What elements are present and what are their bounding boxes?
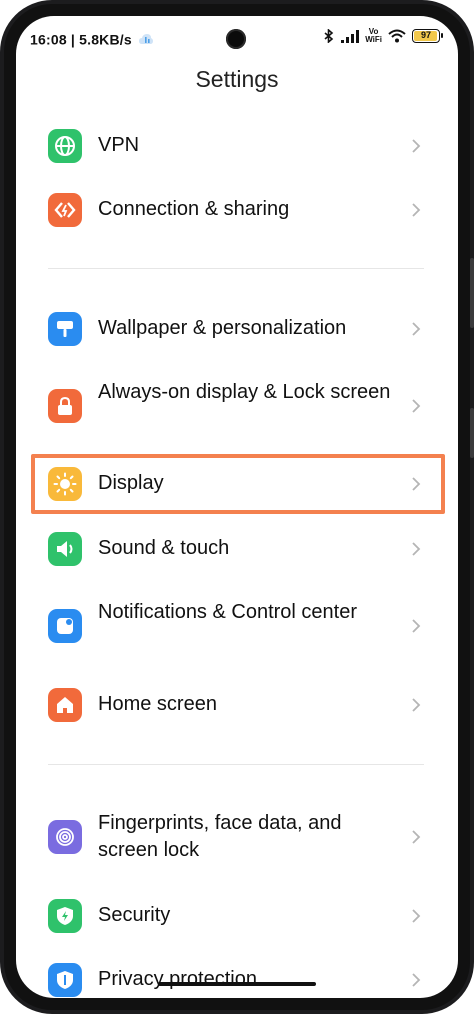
settings-item-label: Connection & sharing bbox=[98, 198, 290, 220]
chevron-right-icon bbox=[412, 203, 421, 217]
privacy-icon bbox=[57, 971, 73, 989]
settings-item-label: Fingerprints, face data, and screen lock bbox=[98, 812, 342, 861]
settings-item-wallpaper[interactable]: Wallpaper & personalization bbox=[16, 309, 458, 349]
chevron-right-icon bbox=[412, 477, 421, 491]
wifi-icon bbox=[388, 29, 406, 43]
settings-item-label: Display bbox=[98, 472, 164, 494]
display-icon-box bbox=[48, 467, 82, 501]
settings-item-connection-sharing[interactable]: Connection & sharing bbox=[16, 190, 458, 230]
status-left: 16:08 | 5.8KB/s bbox=[30, 30, 153, 47]
chevron-right-icon bbox=[412, 399, 421, 413]
chevron-right-icon bbox=[412, 909, 421, 923]
status-time: 16:08 bbox=[30, 31, 67, 48]
battery-indicator: 97 bbox=[412, 29, 443, 43]
globe-icon bbox=[55, 136, 75, 156]
vowifi-bottom: WiFi bbox=[365, 35, 382, 44]
settings-item-always-on-display[interactable]: Always-on display & Lock screen bbox=[16, 376, 458, 436]
settings-item-label: Notifications & Control center bbox=[98, 601, 358, 623]
fingerprint-icon-box bbox=[48, 820, 82, 854]
settings-item-vpn[interactable]: VPN bbox=[16, 126, 458, 166]
security-icon-box bbox=[48, 899, 82, 933]
settings-item-label: Security bbox=[98, 904, 171, 926]
settings-item-fingerprints[interactable]: Fingerprints, face data, and screen lock bbox=[16, 807, 458, 867]
wallpaper-icon-box bbox=[48, 312, 82, 346]
status-speed: 5.8KB/s bbox=[79, 31, 132, 48]
lock-icon bbox=[58, 396, 72, 415]
settings-item-label: Sound & touch bbox=[98, 537, 230, 559]
settings-item-label: Wallpaper & personalization bbox=[98, 317, 347, 339]
settings-item-security[interactable]: Security bbox=[16, 896, 458, 936]
vowifi-indicator: Vo WiFi bbox=[365, 28, 382, 44]
lock-icon-box bbox=[48, 389, 82, 423]
chevron-right-icon bbox=[412, 619, 421, 633]
screen: 16:08 | 5.8KB/s Vo WiFi 97 Settings VPN … bbox=[16, 16, 458, 998]
settings-item-notifications[interactable]: Notifications & Control center bbox=[16, 596, 458, 656]
settings-item-label: Always-on display & Lock screen bbox=[98, 381, 391, 403]
fingerprint-icon bbox=[56, 828, 74, 846]
privacy-icon-box bbox=[48, 963, 82, 997]
settings-item-privacy[interactable]: Privacy protection bbox=[16, 960, 458, 998]
status-separator: | bbox=[70, 31, 80, 48]
settings-item-label: VPN bbox=[98, 134, 140, 156]
settings-item-home-screen[interactable]: Home screen bbox=[16, 685, 458, 725]
signal-icon bbox=[341, 29, 360, 43]
volume-button bbox=[470, 258, 474, 328]
settings-item-label: Home screen bbox=[98, 693, 217, 715]
notifications-icon-box bbox=[48, 609, 82, 643]
home-indicator[interactable] bbox=[158, 982, 316, 986]
settings-item-label: Privacy protection bbox=[98, 968, 257, 990]
vpn-icon-box bbox=[48, 129, 82, 163]
chevron-right-icon bbox=[412, 542, 421, 556]
power-button bbox=[470, 408, 474, 458]
chevron-right-icon bbox=[412, 322, 421, 336]
status-right: Vo WiFi 97 bbox=[323, 28, 443, 44]
chevron-right-icon bbox=[412, 698, 421, 712]
share-icon bbox=[54, 202, 76, 218]
speaker-icon bbox=[57, 541, 73, 557]
home-icon bbox=[57, 697, 73, 713]
group-divider bbox=[48, 268, 424, 269]
chevron-right-icon bbox=[412, 139, 421, 153]
settings-item-sound-touch[interactable]: Sound & touch bbox=[16, 529, 458, 569]
status-bar: 16:08 | 5.8KB/s Vo WiFi 97 bbox=[16, 16, 458, 60]
paint-roller-icon bbox=[57, 321, 73, 337]
chevron-right-icon bbox=[412, 973, 421, 987]
page-title: Settings bbox=[195, 66, 279, 92]
home-icon-box bbox=[48, 688, 82, 722]
settings-item-display[interactable]: Display bbox=[16, 464, 458, 504]
group-divider bbox=[48, 764, 424, 765]
connection-icon-box bbox=[48, 193, 82, 227]
shield-icon bbox=[57, 907, 73, 925]
front-camera bbox=[226, 29, 246, 49]
cloud-icon bbox=[138, 34, 153, 45]
chevron-right-icon bbox=[412, 830, 421, 844]
bluetooth-icon bbox=[324, 29, 334, 43]
phone-frame: 16:08 | 5.8KB/s Vo WiFi 97 Settings VPN … bbox=[0, 0, 474, 1014]
notification-icon bbox=[57, 618, 73, 634]
sun-icon bbox=[53, 472, 77, 496]
battery-level-text: 97 bbox=[420, 30, 431, 40]
sound-icon-box bbox=[48, 532, 82, 566]
